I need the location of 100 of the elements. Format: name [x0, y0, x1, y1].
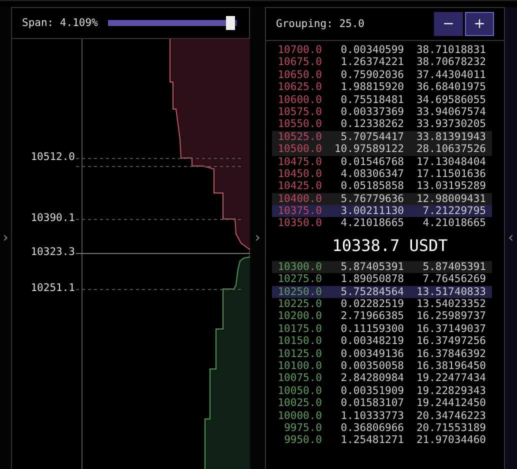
- total-cell-text: 13.54023352: [415, 298, 486, 310]
- size-cell-text: 1.25481271: [340, 434, 404, 447]
- grouping-label: Grouping: 25.0: [276, 18, 365, 30]
- price-axis-label: 10390.1: [30, 212, 75, 224]
- total-cell-text: 13.03195289: [415, 180, 486, 193]
- order-row[interactable]: 10025.0 0.01583107 19.24412450: [272, 397, 492, 410]
- size-cell-text: 0.05185858: [340, 180, 404, 193]
- size-cell-text: 2.84280984: [340, 372, 404, 385]
- order-row[interactable]: 10550.0 0.12338262 33.93730205: [272, 118, 492, 131]
- total-cell-text: 7.76456269: [422, 273, 486, 286]
- total-cell-text: 16.37497256: [415, 335, 486, 348]
- price-cell-text: 10700.0: [276, 44, 322, 56]
- total-cell-text: 16.37846392: [415, 348, 486, 360]
- size-cell-text: 5.76779636: [340, 192, 404, 206]
- size-cell-text: 0.00350058: [340, 360, 404, 372]
- size-cell-text: 5.70754417: [340, 130, 404, 144]
- total-cell-text: 4.21018665: [422, 217, 486, 230]
- order-row[interactable]: 10175.0 0.11159300 16.37149037: [272, 322, 492, 336]
- total-cell-text: 28.10637526: [415, 143, 486, 156]
- order-row[interactable]: 10150.0 0.00348219 16.37497256: [272, 335, 492, 348]
- size-cell-text: 5.87405391: [340, 260, 404, 274]
- price-cell-text: 10350.0: [276, 217, 322, 230]
- size-cell-text: 5.75284564: [340, 286, 404, 298]
- price-cell-text: 10250.0: [276, 286, 322, 298]
- order-row[interactable]: 10000.0 1.10333773 20.34746223: [272, 410, 492, 422]
- price-cell-text: 10450.0: [276, 168, 322, 180]
- price-cell-text: 9975.0: [283, 422, 322, 434]
- order-row[interactable]: 10700.0 0.00340599 38.71018831: [272, 44, 492, 56]
- size-cell-text: 0.75902036: [340, 68, 404, 82]
- total-cell-text: 13.51740833: [415, 286, 486, 298]
- order-row[interactable]: 10625.0 1.98815920 36.68401975: [272, 81, 492, 94]
- price-cell-text: 10375.0: [276, 205, 322, 218]
- price-cell-text: 10550.0: [276, 118, 322, 131]
- price-cell-text: 10275.0: [276, 273, 322, 286]
- size-cell-text: 4.08306347: [340, 168, 404, 180]
- total-cell-text: 20.71553189: [415, 422, 486, 434]
- price-cell-text: 10225.0: [276, 298, 322, 310]
- price-axis-label: 10251.1: [30, 282, 75, 294]
- order-row[interactable]: 10375.0 3.00211130 7.21229795: [272, 205, 492, 218]
- order-row[interactable]: 10075.0 2.84280984 19.22477434: [272, 372, 492, 385]
- order-row[interactable]: 10500.0 10.97589122 28.10637526: [272, 143, 492, 156]
- total-cell-text: 38.70678232: [415, 56, 486, 69]
- size-cell-text: 0.75518481: [340, 94, 404, 106]
- order-row[interactable]: 10650.0 0.75902036 37.44304011: [272, 68, 492, 82]
- price-axis-label: 10512.0: [30, 151, 75, 163]
- order-row[interactable]: 10125.0 0.00349136 16.37846392: [272, 348, 492, 360]
- total-cell-text: 7.21229795: [422, 205, 486, 218]
- order-row[interactable]: 10450.0 4.08306347 17.11501636: [272, 168, 492, 180]
- total-cell-text: 33.93730205: [415, 118, 486, 131]
- order-row[interactable]: 10600.0 0.75518481 34.69586055: [272, 94, 492, 106]
- order-row[interactable]: 10200.0 2.71966385 16.25989737: [272, 310, 492, 323]
- order-row[interactable]: 9950.0 1.25481271 21.97034460: [272, 434, 492, 447]
- slider-thumb[interactable]: [226, 16, 235, 30]
- size-cell-text: 0.00349136: [340, 348, 404, 360]
- price-cell-text: 10600.0: [276, 94, 322, 106]
- price-cell-text: 10425.0: [276, 180, 322, 193]
- order-row[interactable]: 10050.0 0.00351909 19.22829343: [272, 384, 492, 398]
- order-row[interactable]: 10475.0 0.01546768 17.13048404: [272, 156, 492, 168]
- price-cell-text: 10025.0: [276, 397, 322, 410]
- order-row[interactable]: 10225.0 0.02282519 13.54023352: [272, 298, 492, 310]
- order-row[interactable]: 10350.0 4.21018665 4.21018665: [272, 217, 492, 230]
- total-cell-text: 20.34746223: [415, 410, 486, 422]
- total-cell-text: 17.11501636: [415, 168, 486, 180]
- size-cell-text: 0.02282519: [340, 298, 404, 310]
- price-cell-text: 10575.0: [276, 106, 322, 118]
- size-cell-text: 0.00337369: [340, 106, 404, 118]
- order-row[interactable]: 9975.0 0.36806966 20.71553189: [272, 422, 492, 434]
- total-cell-text: 33.81391943: [415, 130, 486, 144]
- order-row[interactable]: 10300.0 5.87405391 5.87405391: [272, 260, 492, 274]
- price-cell-text: 10650.0: [276, 68, 322, 82]
- order-row[interactable]: 10250.0 5.75284564 13.51740833: [272, 286, 492, 298]
- expand-arrow-icon[interactable]: ›: [253, 231, 262, 245]
- price-cell-text: 10100.0: [276, 360, 322, 372]
- expand-arrow-icon[interactable]: ›: [1, 231, 10, 245]
- price-cell-text: 10300.0: [276, 260, 322, 274]
- order-row[interactable]: 10400.0 5.76779636 12.98009431: [272, 192, 492, 206]
- order-row[interactable]: 10575.0 0.00337369 33.94067574: [272, 106, 492, 118]
- total-cell-text: 33.94067574: [415, 106, 486, 118]
- total-cell-text: 12.98009431: [415, 192, 486, 206]
- total-cell-text: 16.37149037: [415, 322, 486, 336]
- price-axis-label: 10323.3: [30, 246, 75, 258]
- size-cell-text: 0.00351909: [340, 384, 404, 398]
- order-row[interactable]: 10275.0 1.89050878 7.76456269: [272, 273, 492, 286]
- order-row[interactable]: 10675.0 1.26374221 38.70678232: [272, 56, 492, 69]
- collapse-arrow-icon[interactable]: ‹: [506, 231, 516, 245]
- size-cell-text: 0.12338262: [340, 118, 404, 131]
- order-row[interactable]: 10100.0 0.00350058 16.38196450: [272, 360, 492, 372]
- total-cell-text: 16.25989737: [415, 310, 486, 323]
- size-cell-text: 0.36806966: [340, 422, 404, 434]
- total-cell-text: 19.24412450: [415, 397, 486, 410]
- decrease-button[interactable]: −: [434, 12, 463, 36]
- order-row[interactable]: 10525.0 5.70754417 33.81391943: [272, 130, 492, 144]
- total-cell-text: 21.97034460: [415, 434, 486, 447]
- order-row[interactable]: 10425.0 0.05185858 13.03195289: [272, 180, 492, 193]
- price-cell-text: 10675.0: [276, 56, 322, 69]
- increase-button[interactable]: +: [465, 12, 494, 36]
- total-cell-text: 19.22829343: [415, 384, 486, 398]
- total-cell-text: 16.38196450: [415, 360, 486, 372]
- size-cell-text: 2.71966385: [340, 310, 404, 323]
- size-cell-text: 4.21018665: [340, 217, 404, 230]
